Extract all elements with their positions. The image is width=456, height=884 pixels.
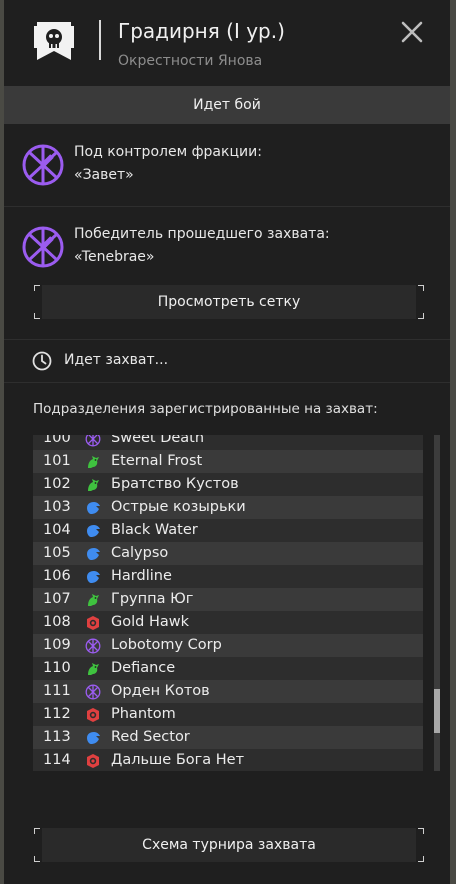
green-faction-icon [88,663,99,675]
unit-name: Phantom [111,706,176,722]
location-title: Градирня (I ур.) [118,19,285,43]
unit-name: Острые козырьки [111,499,246,515]
red-faction-icon [87,754,99,768]
registered-units-title: Подразделения зарегистрированные на захв… [33,401,378,417]
control-label: Под контролем фракции: [74,144,262,160]
unit-row[interactable]: 106 Hardline [33,565,423,588]
covenant-faction-icon [85,684,101,700]
unit-name: Братство Кустов [111,476,239,492]
units-scrollbar[interactable] [434,435,440,771]
unit-name: Black Water [111,522,198,538]
covenant-faction-icon [22,144,64,186]
winner-label: Победитель прошедшего захвата: [74,226,330,242]
green-faction-icon [88,594,99,606]
unit-number: 106 [43,568,71,584]
unit-row[interactable]: 110 Defiance [33,657,423,680]
unit-name: Defiance [111,660,176,676]
unit-row[interactable]: 108 Gold Hawk [33,611,423,634]
section-divider [4,206,450,207]
unit-row[interactable]: 102 Братство Кустов [33,473,423,496]
controlling-faction: Под контролем фракции: «Завет» [4,126,450,206]
capture-status-text: Идет захват... [64,352,169,368]
unit-row[interactable]: 113 Red Sector [33,726,423,749]
last-winner-faction: Победитель прошедшего захвата: «Tenebrae… [4,208,450,288]
unit-name: Gold Hawk [111,614,189,630]
unit-number: 100 [43,435,71,446]
header-divider [99,20,101,60]
green-faction-icon [88,479,99,491]
unit-number: 114 [43,752,71,768]
battle-status-banner: Идет бой [4,86,450,124]
unit-number: 109 [43,637,71,653]
blue-faction-icon [87,732,100,744]
unit-number: 104 [43,522,71,538]
units-rows: 100 Sweet Death 101 Eternal Frost 102 Брат… [33,435,423,771]
covenant-faction-icon [22,226,64,268]
unit-number: 113 [43,729,71,745]
view-grid-label: Просмотреть сетку [157,294,301,310]
tournament-scheme-button[interactable]: Схема турнира захвата [34,828,424,862]
tournament-scheme-label: Схема турнира захвата [142,837,316,853]
panel-header: Градирня (I ур.) Окрестности Янова [4,0,450,86]
unit-row[interactable]: 100 Sweet Death [33,435,423,450]
unit-name: Sweet Death [111,435,205,446]
green-faction-icon [88,456,99,468]
unit-row[interactable]: 101 Eternal Frost [33,450,423,473]
unit-row[interactable]: 104 Black Water [33,519,423,542]
red-faction-icon [87,616,99,630]
unit-name: Группа Юг [111,591,194,607]
blue-faction-icon [87,502,100,514]
skull-banner-icon [34,22,74,60]
blue-faction-icon [87,548,100,560]
unit-name: Дальше Бога Нет [111,752,245,768]
unit-row[interactable]: 111 Орден Котов [33,680,423,703]
control-faction-name: «Завет» [74,167,134,183]
unit-name: Calypso [111,545,169,561]
unit-name: Lobotomy Corp [111,637,222,653]
unit-number: 110 [43,660,71,676]
unit-row[interactable]: 103 Острые козырьки [33,496,423,519]
unit-row[interactable]: 109 Lobotomy Corp [33,634,423,657]
unit-number: 111 [43,683,71,699]
red-faction-icon [87,708,99,722]
close-icon[interactable] [400,20,424,44]
winner-faction-name: «Tenebrae» [74,249,155,265]
covenant-faction-icon [85,435,101,447]
unit-name: Орден Котов [111,683,210,699]
location-region: Окрестности Янова [118,53,263,69]
unit-number: 112 [43,706,71,722]
unit-name: Hardline [111,568,172,584]
view-grid-button[interactable]: Просмотреть сетку [34,285,424,319]
clock-icon [32,351,52,371]
zone-info-panel: Градирня (I ур.) Окрестности Янова Идет … [4,0,450,884]
scrollbar-thumb[interactable] [434,689,440,733]
blue-faction-icon [87,525,100,537]
unit-number: 107 [43,591,71,607]
unit-name: Red Sector [111,729,190,745]
blue-faction-icon [87,571,100,583]
unit-number: 101 [43,453,71,469]
unit-row[interactable]: 107 Группа Юг [33,588,423,611]
covenant-faction-icon [85,638,101,654]
unit-row[interactable]: 112 Phantom [33,703,423,726]
unit-number: 108 [43,614,71,630]
registered-units-list[interactable]: 100 Sweet Death 101 Eternal Frost 102 Брат… [33,435,423,771]
unit-number: 102 [43,476,71,492]
unit-row[interactable]: 105 Calypso [33,542,423,565]
unit-row[interactable]: 114 Дальше Бога Нет [33,749,423,771]
unit-name: Eternal Frost [111,453,203,469]
unit-number: 103 [43,499,71,515]
unit-number: 105 [43,545,71,561]
capture-status: Идет захват... [4,340,450,382]
section-divider [4,382,450,383]
